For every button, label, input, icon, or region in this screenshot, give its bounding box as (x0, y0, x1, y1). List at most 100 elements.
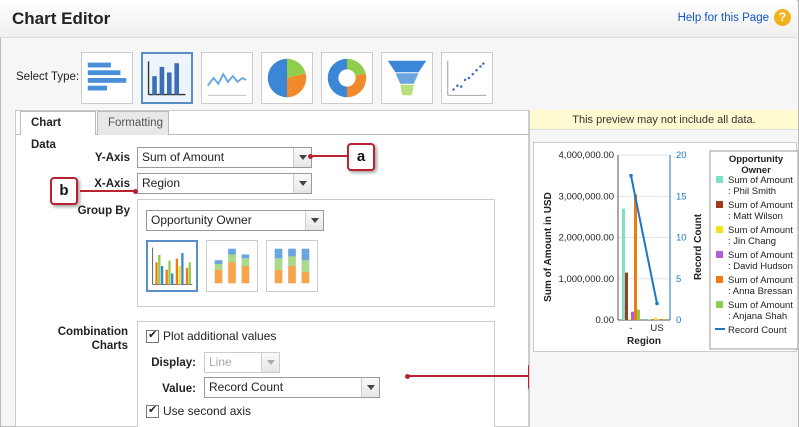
group-by-select[interactable]: Opportunity Owner (146, 210, 324, 231)
y-tick-label: 0.00 (596, 315, 615, 326)
chart-type-pie[interactable] (261, 52, 313, 104)
chart-bar (654, 317, 657, 320)
legend-label: Sum of Amount (728, 300, 793, 311)
chart-type-horizontal-bar[interactable] (81, 52, 133, 104)
value-value: Record Count (209, 380, 284, 394)
header-bar: Chart Editor Help for this Page ? (0, 0, 797, 38)
x-tick-label: US (650, 323, 663, 334)
plot-additional-row: Plot additional values (146, 328, 276, 343)
y2-tick-label: 10 (676, 233, 687, 244)
y2-tick-label: 5 (676, 274, 681, 285)
chart-type-vertical-bar[interactable] (141, 52, 193, 104)
value-select[interactable]: Record Count (204, 377, 380, 398)
help-link[interactable]: Help for this Page (678, 12, 769, 24)
y-tick-label: 4,000,000.00 (559, 150, 614, 161)
legend-swatch (716, 226, 723, 233)
second-axis-row: Use second axis (146, 403, 252, 418)
select-type-label: Select Type: (16, 71, 80, 83)
value-label: Value: (162, 383, 196, 395)
x-axis-select[interactable]: Region (137, 173, 312, 194)
callout-a-line (311, 155, 347, 157)
chart-type-funnel[interactable] (381, 52, 433, 104)
chart-bar (660, 318, 663, 320)
grouping-stacked-100-button[interactable] (266, 240, 318, 292)
legend-swatch (716, 276, 723, 283)
tab-chart-data[interactable]: Chart Data (20, 111, 96, 151)
combination-label-2: Charts (91, 340, 128, 352)
grouping-stacked-button[interactable] (206, 240, 258, 292)
y-axis-select[interactable]: Sum of Amount (137, 147, 312, 168)
chevron-down-icon (261, 353, 279, 372)
legend-label: : David Hudson (728, 261, 793, 272)
display-value: Line (209, 355, 232, 369)
group-by-value: Opportunity Owner (151, 213, 252, 227)
legend-swatch (716, 301, 723, 308)
y2-tick-label: 0 (676, 315, 681, 326)
preview-notice: This preview may not include all data. (530, 110, 798, 130)
legend-swatch (716, 251, 723, 258)
chart-bar (637, 309, 640, 320)
legend-label: Sum of Amount (728, 250, 793, 261)
y-axis-label: Y-Axis (94, 152, 130, 164)
page-title: Chart Editor (12, 9, 111, 28)
y-tick-label: 1,000,000.00 (559, 274, 614, 285)
chart-bar (628, 319, 631, 320)
legend-title-1: Opportunity (729, 154, 784, 165)
line-chart-icon (207, 72, 247, 96)
callout-a: a (347, 143, 375, 171)
y-axis-title: Sum of Amount in USD (543, 192, 554, 302)
chart-bar (625, 272, 628, 320)
x-axis-value: Region (142, 176, 181, 190)
plot-additional-checkbox[interactable] (146, 328, 159, 343)
legend-label: Sum of Amount (728, 225, 793, 236)
chevron-down-icon (361, 378, 379, 397)
tab-formatting[interactable]: Formatting (97, 111, 169, 135)
donut-chart-icon (327, 58, 367, 98)
grouping-side-by-side-button[interactable] (146, 240, 198, 292)
chevron-down-icon (293, 174, 311, 193)
chart-preview: Sum of Amount in USD Record Count Region… (533, 142, 798, 352)
display-select[interactable]: Line (204, 352, 280, 373)
chart-type-scatter[interactable] (441, 52, 493, 104)
vertical-bar-chart-icon (147, 61, 186, 96)
chart-bar (622, 208, 625, 320)
display-label: Display: (151, 357, 196, 369)
combination-label-1: Combination (57, 326, 128, 338)
legend-swatch (716, 176, 723, 183)
legend-label: Sum of Amount (728, 200, 793, 211)
legend-label: Sum of Amount (728, 275, 793, 286)
legend-swatch (716, 201, 723, 208)
chart-bar (657, 319, 660, 321)
scatter-chart-icon (447, 60, 487, 96)
y-tick-label: 3,000,000.00 (559, 191, 614, 202)
callout-b: b (50, 177, 78, 205)
x-axis-title: Region (627, 336, 661, 347)
y-axis-value: Sum of Amount (142, 150, 225, 164)
callout-b-dot (133, 189, 138, 194)
second-axis-checkbox[interactable] (146, 403, 159, 418)
chart-type-donut[interactable] (321, 52, 373, 104)
chart-bar (663, 319, 666, 320)
callout-c-line (408, 375, 528, 377)
y-tick-label: 2,000,000.00 (559, 233, 614, 244)
second-axis-label: Use second axis (163, 404, 252, 418)
y2-tick-label: 15 (676, 191, 687, 202)
chart-legend: Opportunity Owner Sum of Amount: Phil Sm… (709, 150, 798, 350)
side-by-side-bar-icon (152, 247, 193, 285)
stacked-100-bar-icon (274, 248, 310, 284)
chart-bar (634, 194, 637, 320)
help-icon[interactable]: ? (774, 9, 791, 26)
record-count-point (655, 301, 659, 306)
chart-type-line[interactable] (201, 52, 253, 104)
chart-bar (648, 319, 651, 320)
horizontal-bar-chart-icon (87, 62, 127, 91)
funnel-chart-icon (387, 60, 427, 96)
legend-label: : Matt Wilson (728, 211, 783, 222)
record-count-point (629, 173, 633, 178)
pie-chart-icon (267, 58, 307, 98)
chevron-down-icon (305, 211, 323, 230)
legend-label: : Anjana Shah (728, 311, 787, 322)
stacked-bar-icon (214, 248, 250, 284)
group-by-label: Group By (77, 205, 130, 217)
y2-tick-label: 20 (676, 150, 687, 161)
